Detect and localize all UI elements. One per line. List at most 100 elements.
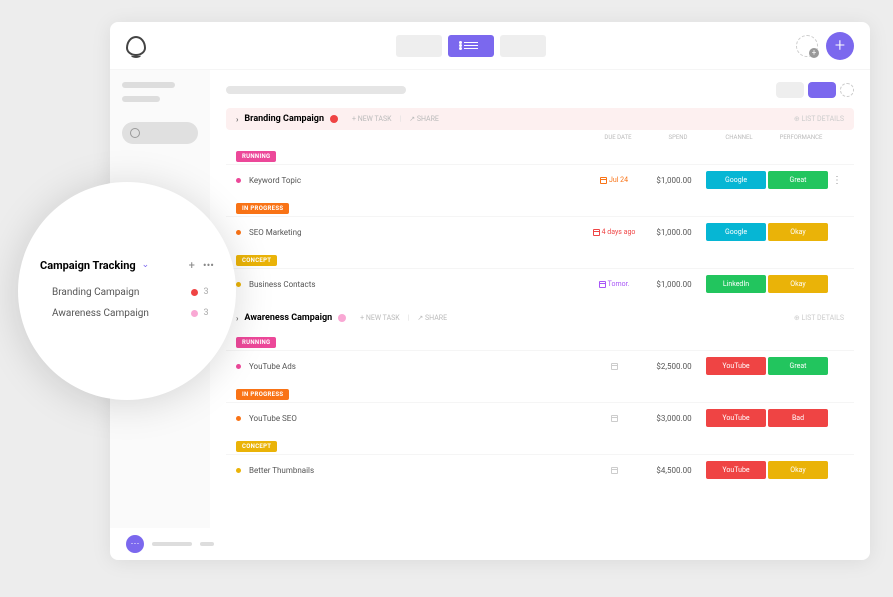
breadcrumb-placeholder	[226, 86, 406, 94]
task-name: YouTube Ads	[249, 362, 584, 371]
popup-item-count: 3	[198, 308, 214, 318]
task-row[interactable]: Business Contacts Tomor. $1,000.00 Linke…	[226, 268, 854, 299]
status-tag: IN PROGRESS	[236, 203, 289, 214]
view-seg-1[interactable]	[396, 35, 442, 57]
channel-tag[interactable]: LinkedIn	[706, 275, 766, 293]
performance-tag[interactable]: Great	[768, 171, 828, 189]
performance-tag[interactable]: Okay	[768, 461, 828, 479]
spend-value: $1,000.00	[644, 280, 704, 289]
task-name: SEO Marketing	[249, 228, 584, 237]
performance-tag[interactable]: Okay	[768, 223, 828, 241]
main-content: › Branding Campaign + NEW TASK|↗ SHARE ⊕…	[210, 70, 870, 528]
list-details-button[interactable]: ⊕ LIST DETAILS	[794, 115, 844, 123]
new-task-button[interactable]: + NEW TASK	[360, 314, 400, 322]
footer: ⋯	[110, 528, 870, 560]
chevron-down-icon[interactable]: ⌄	[142, 260, 150, 270]
list-icon	[464, 42, 478, 49]
campaign-tracking-popup: Campaign Tracking ⌄ + ••• Branding Campa…	[18, 182, 236, 400]
performance-tag[interactable]: Okay	[768, 275, 828, 293]
chevron-right-icon: ›	[236, 115, 238, 124]
task-name: YouTube SEO	[249, 414, 584, 423]
task-bullet	[236, 416, 241, 421]
spend-value: $1,000.00	[644, 228, 704, 237]
due-date[interactable]: Tomor.	[584, 280, 644, 288]
toolbar-pill[interactable]	[776, 82, 804, 98]
header: +	[110, 22, 870, 70]
new-task-button[interactable]: + NEW TASK	[352, 115, 392, 123]
footer-placeholder	[152, 542, 192, 546]
status-tag: RUNNING	[236, 337, 276, 348]
group-title: Awareness Campaign	[244, 313, 332, 323]
channel-tag[interactable]: YouTube	[706, 409, 766, 427]
task-row[interactable]: YouTube Ads $2,500.00 YouTube Great	[226, 350, 854, 381]
task-bullet	[236, 282, 241, 287]
channel-tag[interactable]: YouTube	[706, 461, 766, 479]
task-bullet	[236, 230, 241, 235]
list-details-button[interactable]: ⊕ LIST DETAILS	[794, 314, 844, 322]
due-date[interactable]	[584, 467, 644, 474]
spend-value: $4,500.00	[644, 466, 704, 475]
task-name: Keyword Topic	[249, 176, 584, 185]
task-row[interactable]: SEO Marketing 4 days ago $1,000.00 Googl…	[226, 216, 854, 247]
share-button[interactable]: ↗ SHARE	[417, 314, 447, 322]
calendar-icon	[611, 467, 618, 474]
popup-item[interactable]: Awareness Campaign 3	[40, 303, 214, 324]
task-name: Business Contacts	[249, 280, 584, 289]
task-row[interactable]: YouTube SEO $3,000.00 YouTube Bad	[226, 402, 854, 433]
group-header[interactable]: › Awareness Campaign + NEW TASK|↗ SHARE …	[226, 307, 854, 329]
group-header[interactable]: › Branding Campaign + NEW TASK|↗ SHARE ⊕…	[226, 108, 854, 130]
calendar-icon	[600, 177, 607, 184]
view-switcher	[146, 35, 796, 57]
due-date[interactable]: 4 days ago	[584, 228, 644, 236]
performance-tag[interactable]: Bad	[768, 409, 828, 427]
task-bullet	[236, 364, 241, 369]
logo-icon	[126, 36, 146, 56]
status-dot	[191, 289, 198, 296]
calendar-icon	[593, 229, 600, 236]
task-bullet	[236, 178, 241, 183]
view-seg-list[interactable]	[448, 35, 494, 57]
calendar-icon	[611, 363, 618, 370]
column-headers: DUE DATESPENDCHANNELPERFORMANCE	[226, 130, 854, 143]
search-input[interactable]	[122, 122, 198, 144]
row-more-button[interactable]: ⋮	[832, 175, 844, 186]
channel-tag[interactable]: YouTube	[706, 357, 766, 375]
channel-tag[interactable]: Google	[706, 171, 766, 189]
popup-item-label: Awareness Campaign	[52, 308, 149, 319]
due-date[interactable]: Jul 24	[584, 176, 644, 184]
status-dot	[191, 310, 198, 317]
status-tag: CONCEPT	[236, 441, 277, 452]
spend-value: $2,500.00	[644, 362, 704, 371]
calendar-icon	[599, 281, 606, 288]
sidebar-placeholder	[122, 96, 160, 102]
footer-placeholder	[200, 542, 214, 546]
spend-value: $1,000.00	[644, 176, 704, 185]
chat-icon[interactable]: ⋯	[126, 535, 144, 553]
popup-add-button[interactable]: +	[189, 259, 195, 272]
toolbar-pill-active[interactable]	[808, 82, 836, 98]
channel-tag[interactable]: Google	[706, 223, 766, 241]
task-bullet	[236, 468, 241, 473]
status-tag: CONCEPT	[236, 255, 277, 266]
popup-title: Campaign Tracking	[40, 259, 136, 272]
popup-item-count: 3	[198, 287, 214, 297]
popup-item-label: Branding Campaign	[52, 287, 139, 298]
task-row[interactable]: Keyword Topic Jul 24 $1,000.00 Google Gr…	[226, 164, 854, 195]
chevron-right-icon: ›	[236, 314, 238, 323]
avatar-add[interactable]	[796, 35, 818, 57]
add-button[interactable]: +	[826, 32, 854, 60]
popup-item[interactable]: Branding Campaign 3	[40, 282, 214, 303]
share-button[interactable]: ↗ SHARE	[409, 115, 439, 123]
status-tag: RUNNING	[236, 151, 276, 162]
spend-value: $3,000.00	[644, 414, 704, 423]
popup-more-button[interactable]: •••	[203, 259, 214, 272]
performance-tag[interactable]: Great	[768, 357, 828, 375]
status-dot	[330, 115, 338, 123]
gear-icon[interactable]	[840, 83, 854, 97]
group-title: Branding Campaign	[244, 114, 324, 124]
due-date[interactable]	[584, 363, 644, 370]
view-seg-3[interactable]	[500, 35, 546, 57]
due-date[interactable]	[584, 415, 644, 422]
status-dot	[338, 314, 346, 322]
task-row[interactable]: Better Thumbnails $4,500.00 YouTube Okay	[226, 454, 854, 485]
